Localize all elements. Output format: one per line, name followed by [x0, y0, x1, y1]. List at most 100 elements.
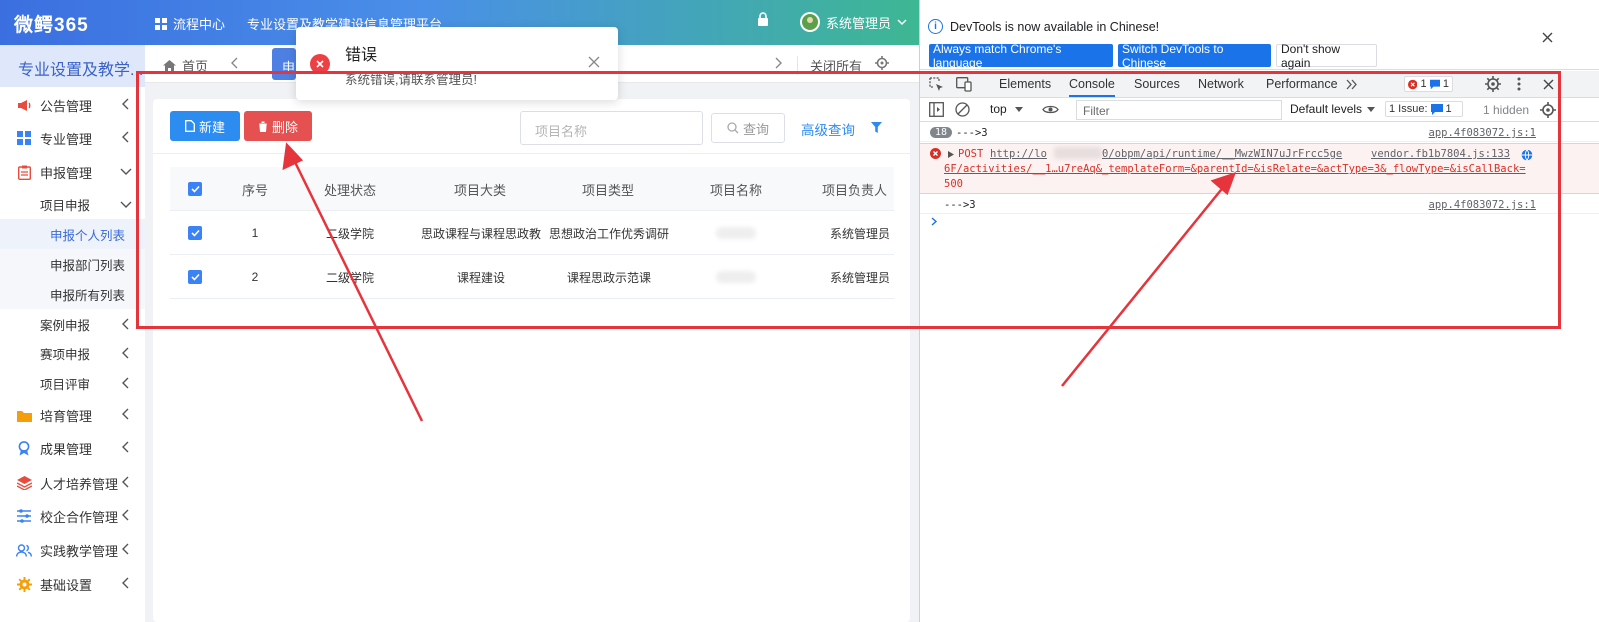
tab-sources[interactable]: Sources: [1134, 77, 1180, 91]
sidebar-item-all-list[interactable]: 申报所有列表: [0, 279, 145, 309]
sidebar-toggle-icon[interactable]: [929, 102, 944, 117]
table-row[interactable]: 1 二级学院 思政课程与课程思政教 思想政治工作优秀调研 系统管理员: [170, 211, 894, 255]
column-header[interactable]: 处理状态: [315, 167, 385, 211]
column-header[interactable]: 序号: [230, 167, 280, 211]
column-header[interactable]: 项目类型: [568, 167, 648, 211]
log-source-link[interactable]: app.4f083072.js:1: [1429, 199, 1536, 211]
redacted-text: [716, 271, 756, 283]
chevron-left-icon[interactable]: [230, 57, 240, 69]
chevron-left-icon: [122, 318, 129, 330]
gear-icon[interactable]: [1540, 102, 1556, 118]
more-vertical-icon[interactable]: [1517, 77, 1521, 91]
log-levels-select[interactable]: Default levels: [1290, 102, 1376, 116]
sidebar-item-project-review[interactable]: 项目评审: [0, 369, 145, 397]
error-notification: 错误 系统错误,请联系管理员!: [296, 27, 618, 100]
clear-console-icon[interactable]: [955, 102, 970, 117]
console-log-row: --->3 app.4f083072.js:1: [920, 196, 1599, 214]
query-button[interactable]: 查询: [711, 113, 785, 143]
error-badge[interactable]: 1 1: [1404, 76, 1453, 92]
sidebar-item-label: 专业管理: [40, 131, 93, 147]
close-icon[interactable]: [1543, 79, 1554, 90]
sidebar-item-cultivation[interactable]: 培育管理: [0, 401, 145, 429]
query-button-label: 查询: [742, 121, 769, 137]
cell-name: [697, 255, 775, 299]
layers-icon: [16, 475, 32, 491]
sidebar-item-department-list[interactable]: 申报部门列表: [0, 249, 145, 279]
user-menu[interactable]: 系统管理员: [800, 12, 907, 32]
table-row[interactable]: 2 二级学院 课程建设 课程思政示范课 系统管理员: [170, 255, 894, 299]
sidebar-item-case-declaration[interactable]: 案例申报: [0, 310, 145, 338]
web-app: 微鳄365 流程中心 专业设置及教学建设信息管理平台 系统管理员 专业设置及教学…: [0, 0, 940, 622]
sidebar-item-competition-declaration[interactable]: 赛项申报: [0, 339, 145, 367]
inspect-icon[interactable]: [929, 77, 944, 92]
new-button[interactable]: 新建: [170, 111, 240, 141]
column-header[interactable]: 项目大类: [440, 167, 520, 211]
banner-text: DevTools is now available in Chinese!: [950, 20, 1160, 34]
sidebar-item-majors[interactable]: 专业管理: [0, 124, 145, 152]
console-log-row: 18 --->3 app.4f083072.js:1: [920, 124, 1599, 142]
sidebar-item-label: 案例申报: [40, 318, 91, 333]
sidebar-item-label: 校企合作管理: [40, 509, 119, 525]
sidebar-item-talent[interactable]: 人才培养管理: [0, 469, 145, 497]
tab-home[interactable]: 首页: [163, 56, 208, 75]
issues-badge[interactable]: 1 Issue: 1: [1385, 101, 1463, 117]
tab-active[interactable]: 申: [272, 48, 296, 80]
network-globe-icon: [1521, 149, 1533, 161]
dont-show-button[interactable]: Don't show again: [1276, 42, 1377, 70]
gear-icon[interactable]: [1485, 76, 1501, 92]
console-prompt-icon[interactable]: [931, 217, 939, 226]
advanced-query-link[interactable]: 高级查询: [801, 119, 855, 139]
tab-elements[interactable]: Elements: [999, 77, 1051, 91]
match-language-button[interactable]: Always match Chrome's language: [929, 42, 1113, 70]
column-header[interactable]: 项目负责人: [822, 167, 894, 211]
row-checkbox[interactable]: [180, 255, 210, 299]
chevron-right-icon[interactable]: [773, 57, 783, 69]
switch-chinese-button[interactable]: Switch DevTools to Chinese: [1118, 42, 1271, 70]
message-icon: [1429, 79, 1440, 89]
search-input[interactable]: 项目名称: [520, 111, 703, 145]
request-url-part2[interactable]: 0/obpm/api/runtime/__MwzWIN7uJrFrcc5ge: [1102, 148, 1342, 160]
device-toggle-icon[interactable]: [956, 77, 972, 92]
tab-network[interactable]: Network: [1198, 77, 1244, 91]
error-source-link[interactable]: vendor.fb1b7804.js:133: [1371, 148, 1510, 160]
tab-console[interactable]: Console: [1069, 77, 1115, 97]
row-checkbox[interactable]: [180, 211, 210, 255]
error-icon: [310, 54, 330, 74]
gear-icon[interactable]: [875, 56, 889, 70]
flow-center-link[interactable]: 流程中心: [155, 14, 225, 33]
close-icon[interactable]: [588, 56, 600, 68]
search-icon: [727, 122, 739, 134]
request-url-line2[interactable]: 6F/activities/__1…u7reAq&_templateForm=&…: [944, 163, 1526, 175]
tab-performance[interactable]: Performance: [1266, 77, 1338, 91]
devtools-panel: i DevTools is now available in Chinese! …: [919, 0, 1599, 622]
column-header[interactable]: 项目名称: [697, 167, 775, 211]
filter-icon[interactable]: [871, 122, 882, 133]
error-icon: [1408, 79, 1418, 89]
sidebar-item-project-declaration[interactable]: 项目申报: [0, 190, 145, 218]
expand-triangle-icon[interactable]: [948, 151, 954, 158]
close-all-tabs[interactable]: 关闭所有: [797, 56, 862, 75]
request-url-part1[interactable]: http://lo: [990, 148, 1047, 160]
delete-button[interactable]: 删除: [244, 111, 312, 141]
context-select[interactable]: top: [990, 102, 1023, 116]
sidebar-item-practice[interactable]: 实践教学管理: [0, 536, 145, 564]
eye-icon[interactable]: [1042, 104, 1059, 115]
sidebar-item-achievements[interactable]: 成果管理: [0, 434, 145, 462]
sidebar-item-personal-list[interactable]: 申报个人列表: [0, 219, 145, 249]
console-filter-input[interactable]: Filter: [1076, 100, 1282, 120]
sidebar-item-announcements[interactable]: 公告管理: [0, 91, 145, 119]
console-error-row[interactable]: POST http://lo 0/obpm/api/runtime/__MwzW…: [920, 143, 1599, 194]
chevron-left-icon: [122, 476, 129, 488]
select-all-checkbox[interactable]: [180, 167, 210, 211]
close-icon[interactable]: [1542, 32, 1553, 43]
sidebar-item-declaration[interactable]: 申报管理: [0, 158, 145, 186]
clipboard-icon: [16, 164, 32, 180]
file-icon: [185, 120, 195, 132]
log-source-link[interactable]: app.4f083072.js:1: [1429, 127, 1536, 139]
sidebar-item-cooperation[interactable]: 校企合作管理: [0, 502, 145, 530]
cell-owner: 系统管理员: [830, 226, 891, 241]
more-tabs-icon[interactable]: [1346, 79, 1358, 90]
cell-status: 二级学院: [325, 226, 374, 241]
lock-icon[interactable]: [757, 12, 769, 29]
sidebar-item-basic-settings[interactable]: 基础设置: [0, 570, 145, 598]
